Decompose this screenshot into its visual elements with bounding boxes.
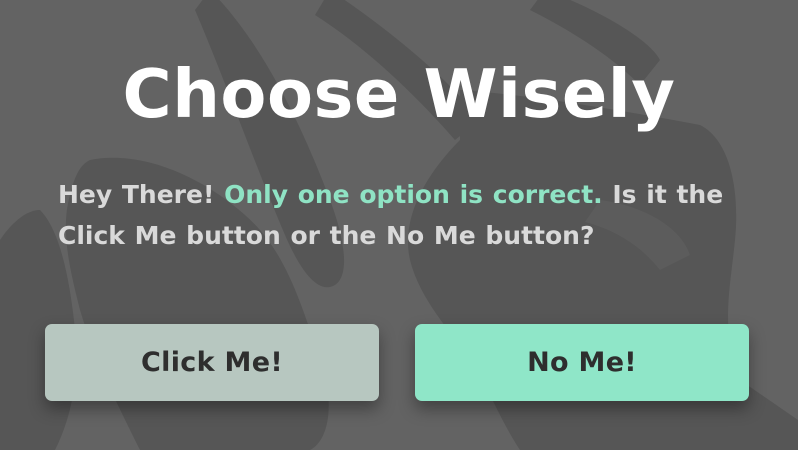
page-title: Choose Wisely <box>122 55 676 133</box>
prompt-message: Hey There! Only one option is correct. I… <box>58 174 748 256</box>
message-highlight: Only one option is correct. <box>224 180 603 209</box>
no-me-button[interactable]: No Me! <box>415 324 749 401</box>
message-intro: Hey There! <box>58 180 215 209</box>
click-me-button[interactable]: Click Me! <box>45 324 379 401</box>
